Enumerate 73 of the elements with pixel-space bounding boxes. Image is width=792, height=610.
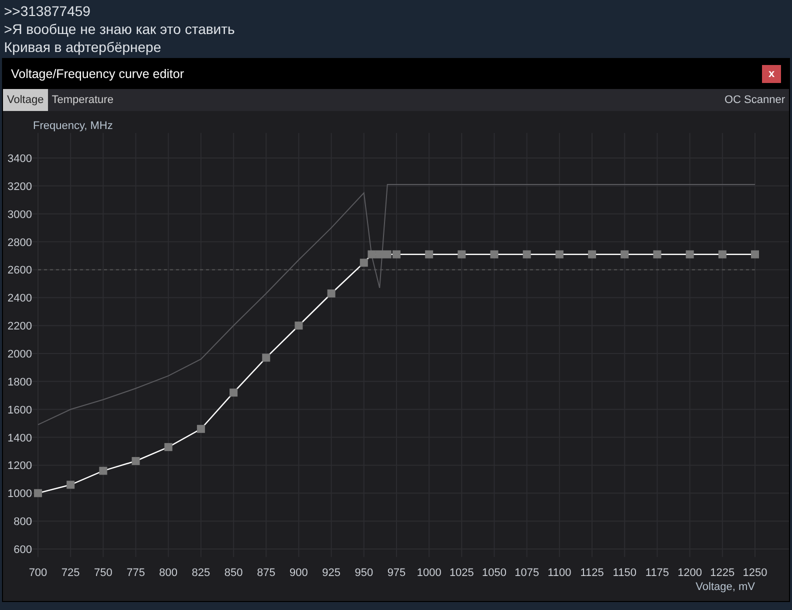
curve-point[interactable] bbox=[376, 250, 384, 258]
x-tick-label: 950 bbox=[354, 567, 374, 579]
curve-point[interactable] bbox=[368, 250, 376, 258]
y-tick-label: 3400 bbox=[8, 153, 32, 165]
x-tick-label: 1075 bbox=[514, 567, 540, 579]
curve-point[interactable] bbox=[490, 250, 498, 258]
x-tick-label: 1250 bbox=[742, 567, 768, 579]
y-axis-label: Frequency, MHz bbox=[33, 119, 113, 134]
curve-point[interactable] bbox=[164, 443, 172, 452]
y-tick-label: 2400 bbox=[8, 292, 32, 305]
curve-point[interactable] bbox=[522, 250, 531, 258]
x-tick-label: 1050 bbox=[482, 567, 507, 579]
y-tick-label: 3000 bbox=[8, 208, 32, 221]
x-tick-label: 1200 bbox=[678, 567, 702, 579]
oc-scanner-button[interactable]: OC Scanner bbox=[724, 92, 785, 108]
curve-point[interactable] bbox=[34, 489, 42, 498]
curve-point[interactable] bbox=[66, 480, 75, 489]
x-tick-label: 875 bbox=[256, 567, 276, 579]
y-tick-label: 1200 bbox=[8, 460, 32, 472]
x-tick-label: 1100 bbox=[548, 567, 572, 579]
y-tick-label: 2600 bbox=[8, 264, 32, 277]
y-tick-label: 2200 bbox=[8, 320, 32, 333]
x-tick-label: 1175 bbox=[645, 567, 670, 579]
curve-point[interactable] bbox=[196, 424, 205, 433]
tab[interactable]: Temperature bbox=[48, 89, 118, 111]
curve-point[interactable] bbox=[327, 289, 336, 298]
curve-point[interactable] bbox=[458, 250, 466, 258]
window-title: Voltage/Frequency curve editor bbox=[11, 66, 184, 83]
post-text-line: >>313877459 bbox=[4, 2, 92, 20]
curve-point[interactable] bbox=[751, 250, 759, 258]
y-tick-label: 2000 bbox=[8, 348, 32, 360]
curve-point[interactable] bbox=[686, 250, 694, 258]
curve-point[interactable] bbox=[425, 250, 434, 258]
curve-point[interactable] bbox=[360, 258, 368, 267]
x-tick-label: 775 bbox=[126, 567, 145, 579]
y-tick-label: 3200 bbox=[8, 180, 32, 193]
x-tick-label: 750 bbox=[94, 567, 112, 579]
curve-point[interactable] bbox=[555, 250, 564, 258]
y-tick-label: 1000 bbox=[8, 488, 32, 500]
curve-point[interactable] bbox=[392, 250, 400, 258]
x-tick-label: 725 bbox=[61, 567, 80, 579]
y-tick-label: 600 bbox=[14, 544, 32, 556]
y-tick-label: 800 bbox=[14, 516, 32, 528]
curve-point[interactable] bbox=[620, 250, 629, 258]
x-tick-label: 900 bbox=[290, 567, 308, 579]
curve-point[interactable] bbox=[230, 388, 238, 397]
curve-point[interactable] bbox=[132, 457, 140, 466]
curve-point[interactable] bbox=[653, 250, 662, 258]
tab[interactable]: Voltage bbox=[3, 89, 48, 111]
x-tick-label: 825 bbox=[192, 567, 210, 579]
x-tick-label: 700 bbox=[28, 567, 48, 579]
x-axis-label: Voltage, mV bbox=[696, 580, 755, 594]
x-tick-label: 850 bbox=[224, 567, 243, 579]
curve-point[interactable] bbox=[99, 466, 108, 475]
x-tick-label: 1000 bbox=[416, 567, 442, 579]
post-text-line: Кривая в афтербёрнере bbox=[4, 38, 162, 56]
curve-point[interactable] bbox=[588, 250, 596, 258]
y-tick-label: 1800 bbox=[8, 376, 32, 388]
y-tick-label: 1600 bbox=[8, 404, 32, 416]
curve-point[interactable] bbox=[294, 322, 303, 330]
x-tick-label: 1225 bbox=[710, 567, 735, 579]
x-tick-label: 975 bbox=[387, 567, 406, 579]
curve-point[interactable] bbox=[262, 354, 270, 362]
x-tick-label: 1025 bbox=[449, 567, 474, 579]
y-tick-label: 1400 bbox=[8, 432, 32, 444]
curve-point[interactable] bbox=[718, 250, 726, 258]
close-button[interactable]: x bbox=[762, 65, 781, 83]
x-tick-label: 1125 bbox=[580, 567, 604, 579]
y-tick-label: 2800 bbox=[8, 236, 32, 249]
x-tick-label: 800 bbox=[159, 567, 178, 579]
x-tick-label: 1150 bbox=[612, 567, 636, 579]
post-text-line: >Я вообще не знаю как это ставить bbox=[4, 20, 236, 38]
x-tick-label: 925 bbox=[322, 567, 340, 579]
